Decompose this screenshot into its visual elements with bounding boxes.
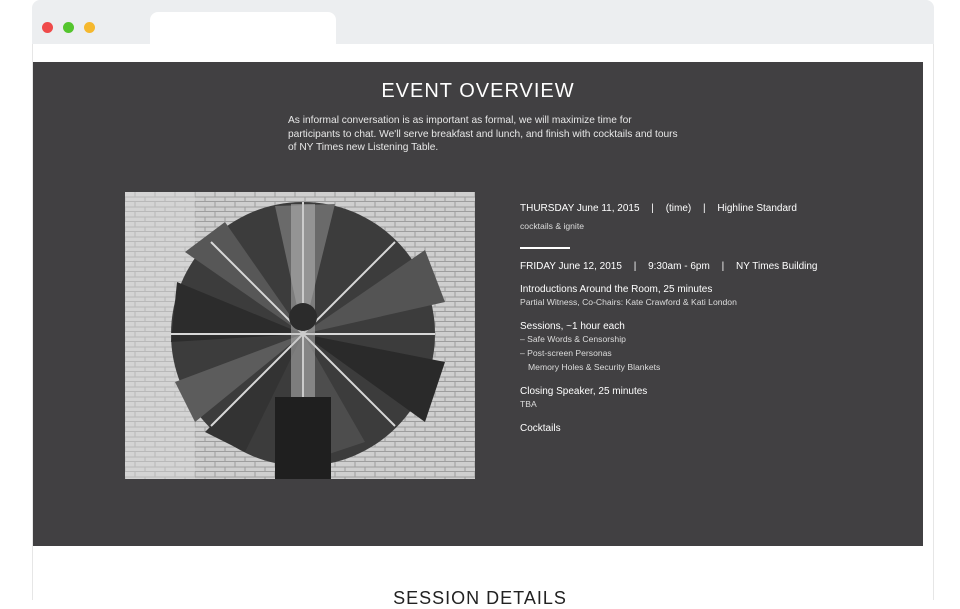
event-overview-section: EVENT OVERVIEW As informal conversation … [33,62,923,546]
intro-heading: Introductions Around the Room, 25 minute… [520,284,713,295]
cocktails-item: Cocktails [520,423,561,434]
divider-line [520,247,570,249]
day2-time: 9:30am - 6pm [648,261,710,272]
separator: | [703,203,706,214]
separator: | [633,261,637,272]
day2-line: FRIDAY June 12, 2015 | 9:30am - 6pm | NY… [520,261,860,272]
day1-time: (time) [665,203,692,214]
day1-note: cocktails & ignite [520,221,585,231]
horn-sculpture-image [125,192,475,479]
session-details-title: SESSION DETAILS [393,588,567,608]
intro-subtext: Partial Witness, Co-Chairs: Kate Crawfor… [520,297,737,307]
browser-tab[interactable] [150,12,336,44]
closing-heading: Closing Speaker, 25 minutes [520,386,648,397]
close-window-button[interactable] [42,22,53,33]
minimize-window-button[interactable] [63,22,74,33]
day1-date: THURSDAY June 11, 2015 [520,203,640,214]
day1-venue: Highline Standard [717,203,797,214]
session-item: Memory Holes & Security Blankets [528,362,661,372]
browser-chrome [32,0,934,44]
session-item: – Safe Words & Censorship [520,334,626,344]
closing-subtext: TBA [520,399,537,409]
separator: | [721,261,725,272]
session-item: – Post-screen Personas [520,348,612,358]
sessions-heading: Sessions, ~1 hour each [520,321,625,332]
intro-paragraph: As informal conversation is as important… [288,115,678,153]
day2-venue: NY Times Building [735,261,818,272]
section-title: EVENT OVERVIEW [381,80,575,102]
event-photo [125,192,475,479]
day1-line: THURSDAY June 11, 2015 | (time) | Highli… [520,203,860,214]
schedule: THURSDAY June 11, 2015 | (time) | Highli… [520,203,860,434]
separator: | [651,203,654,214]
day2-date: FRIDAY June 12, 2015 [520,261,622,272]
maximize-window-button[interactable] [84,22,95,33]
